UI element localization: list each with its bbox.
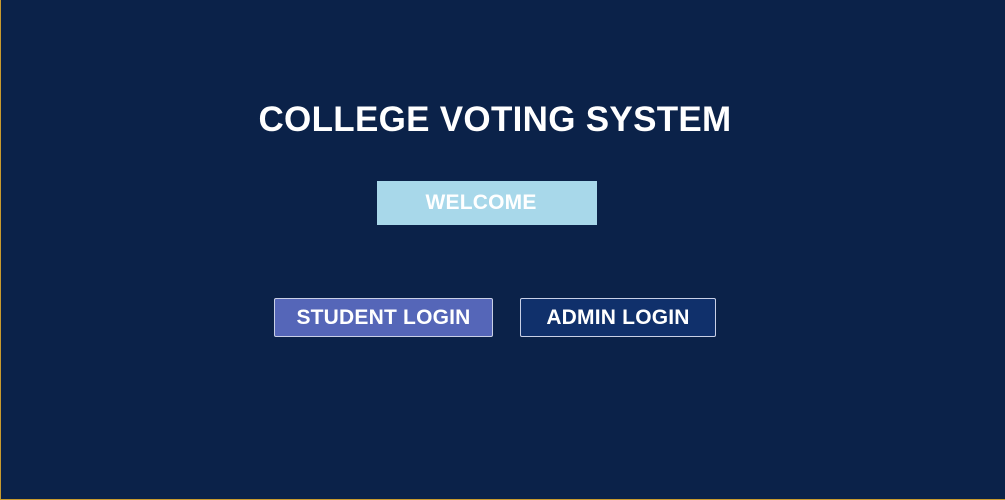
voting-home-window: COLLEGE VOTING SYSTEM WELCOME STUDENT LO…: [0, 0, 1005, 500]
page-title: COLLEGE VOTING SYSTEM: [258, 100, 732, 139]
welcome-banner: WELCOME: [377, 181, 597, 225]
admin-login-button[interactable]: ADMIN LOGIN: [520, 298, 716, 337]
student-login-button[interactable]: STUDENT LOGIN: [274, 298, 493, 337]
